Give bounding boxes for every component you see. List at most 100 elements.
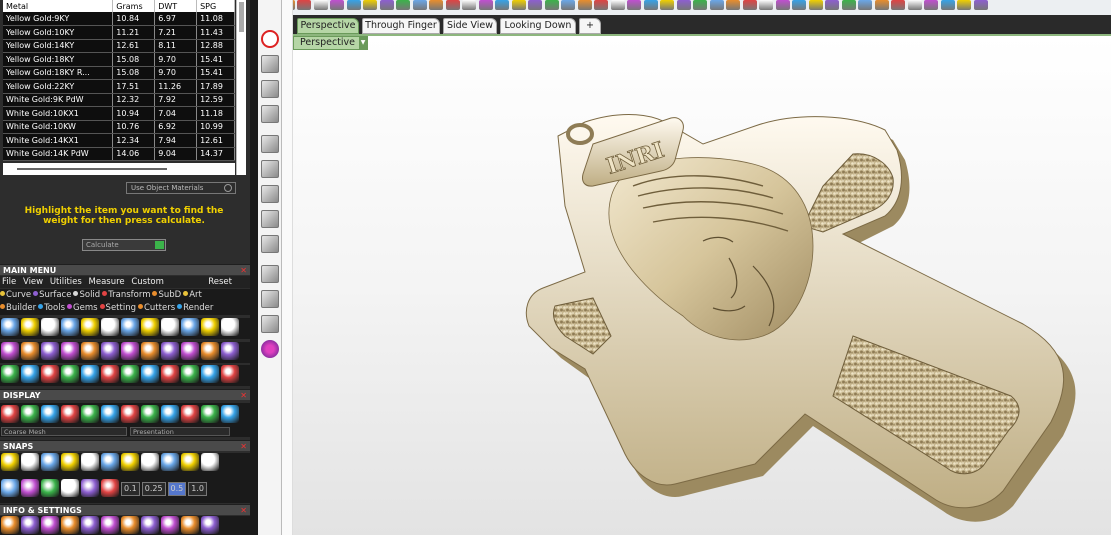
- tool-icon[interactable]: [41, 342, 59, 360]
- chevron-down-icon[interactable]: ▼: [359, 37, 367, 49]
- grams-cell[interactable]: 10.84: [112, 12, 156, 26]
- category-subd[interactable]: SubD: [152, 289, 181, 302]
- table-row[interactable]: Yellow Gold:18KY 15.08 9.70 15.41: [3, 52, 235, 67]
- table-row[interactable]: White Gold:9K PdW 12.32 7.92 12.59: [3, 93, 235, 107]
- dwt-cell[interactable]: 7.04: [154, 106, 198, 121]
- toolbar-icon[interactable]: [874, 0, 889, 10]
- snap-value-button[interactable]: 1.0: [188, 482, 208, 496]
- radio-icon[interactable]: [224, 184, 232, 192]
- metal-cell[interactable]: White Gold:9K PdW: [3, 93, 114, 107]
- tool-icon[interactable]: [141, 365, 159, 383]
- spg-cell[interactable]: 12.88: [196, 39, 235, 53]
- dwt-cell[interactable]: 6.92: [154, 120, 198, 134]
- toolbar-icon[interactable]: [693, 0, 707, 10]
- grams-cell[interactable]: 17.51: [112, 79, 156, 94]
- tool-icon[interactable]: [141, 318, 159, 336]
- snaps-header[interactable]: SNAPS ✕: [0, 440, 250, 451]
- view-tool-icon[interactable]: [261, 160, 279, 178]
- spg-cell[interactable]: 10.99: [196, 120, 235, 134]
- snap-value-button[interactable]: 0.25: [141, 482, 166, 496]
- tool-icon[interactable]: [221, 405, 239, 423]
- tool-icon[interactable]: [201, 453, 219, 471]
- tool-icon[interactable]: [61, 405, 79, 423]
- grams-cell[interactable]: 10.76: [112, 120, 156, 134]
- tool-icon[interactable]: [101, 405, 119, 423]
- table-row[interactable]: Yellow Gold:14KY 12.61 8.11 12.88: [3, 39, 235, 53]
- tool-icon[interactable]: [201, 365, 219, 383]
- metal-cell[interactable]: Yellow Gold:14KY: [3, 39, 114, 53]
- tool-icon[interactable]: [1, 405, 19, 423]
- tool-icon[interactable]: [101, 342, 119, 360]
- display-mode-select[interactable]: Presentation: [130, 427, 230, 436]
- tool-icon[interactable]: [181, 453, 199, 471]
- dwt-cell[interactable]: 9.70: [154, 66, 198, 80]
- tool-icon[interactable]: [21, 365, 39, 383]
- category-tools[interactable]: Tools: [38, 302, 65, 315]
- tool-icon[interactable]: [21, 453, 39, 471]
- tool-icon[interactable]: [21, 516, 39, 534]
- column-header-metal[interactable]: Metal: [3, 0, 114, 12]
- toolbar-icon[interactable]: [742, 0, 757, 10]
- tool-icon[interactable]: [21, 342, 39, 360]
- view-tool-icon[interactable]: [261, 265, 279, 283]
- table-row[interactable]: Yellow Gold:18KY R... 15.08 9.70 15.41: [3, 66, 235, 80]
- category-gems[interactable]: Gems: [67, 302, 98, 315]
- toolbar-icon[interactable]: [577, 0, 592, 10]
- grams-cell[interactable]: 15.08: [112, 52, 156, 67]
- toolbar-icon[interactable]: [841, 0, 856, 10]
- tool-icon[interactable]: [81, 405, 99, 423]
- grams-cell[interactable]: 14.06: [112, 147, 156, 161]
- category-solid[interactable]: Solid: [73, 289, 100, 302]
- tab-looking-down[interactable]: Looking Down: [500, 18, 576, 34]
- snap-icon[interactable]: [101, 479, 119, 497]
- metal-cell[interactable]: White Gold:10KW: [3, 120, 114, 134]
- tool-icon[interactable]: [21, 405, 39, 423]
- tool-icon[interactable]: [41, 365, 59, 383]
- toolbar-icon[interactable]: [445, 0, 460, 10]
- toolbar-icon[interactable]: [561, 0, 575, 10]
- category-art[interactable]: Art: [183, 289, 202, 302]
- metal-cell[interactable]: Yellow Gold:22KY: [3, 79, 114, 94]
- tab-through-finger[interactable]: Through Finger: [362, 18, 440, 34]
- tool-icon[interactable]: [101, 318, 119, 336]
- grams-cell[interactable]: 12.32: [112, 93, 156, 107]
- category-curve[interactable]: Curve: [0, 289, 31, 302]
- toolbar-icon[interactable]: [313, 0, 328, 10]
- view-tool-icon[interactable]: [261, 55, 279, 73]
- tool-icon[interactable]: [1, 318, 19, 336]
- tool-icon[interactable]: [181, 342, 199, 360]
- table-scrollbar[interactable]: [236, 0, 246, 175]
- tool-icon[interactable]: [181, 405, 199, 423]
- tool-icon[interactable]: [221, 342, 239, 360]
- mesh-quality-select[interactable]: Coarse Mesh: [1, 427, 127, 436]
- toolbar-icon[interactable]: [429, 0, 443, 10]
- tool-icon[interactable]: [181, 318, 199, 336]
- tool-icon[interactable]: [141, 405, 159, 423]
- table-row[interactable]: White Gold:14K PdW 14.06 9.04 14.37: [3, 147, 235, 161]
- dwt-cell[interactable]: 6.97: [154, 12, 198, 26]
- toolbar-icon[interactable]: [462, 0, 476, 10]
- table-horizontal-scrollbar[interactable]: [3, 163, 235, 175]
- grams-cell[interactable]: 10.94: [112, 106, 156, 121]
- tool-icon[interactable]: [221, 318, 239, 336]
- toolbar-icon[interactable]: [924, 0, 938, 10]
- calculate-button[interactable]: Calculate: [82, 239, 166, 251]
- view-tool-icon[interactable]: [261, 185, 279, 203]
- tool-icon[interactable]: [61, 453, 79, 471]
- tool-icon[interactable]: [61, 318, 79, 336]
- column-header-grams[interactable]: Grams: [112, 0, 156, 12]
- toolbar-icon[interactable]: [594, 0, 608, 10]
- tool-icon[interactable]: [161, 318, 179, 336]
- tool-icon[interactable]: [61, 342, 79, 360]
- snap-icon[interactable]: [61, 479, 79, 497]
- tool-icon[interactable]: [201, 516, 219, 534]
- panel-divider[interactable]: [250, 0, 258, 535]
- toolbar-icon[interactable]: [379, 0, 394, 10]
- metal-cell[interactable]: Yellow Gold:18KY: [3, 52, 114, 67]
- category-surface[interactable]: Surface: [33, 289, 71, 302]
- tool-icon[interactable]: [61, 365, 79, 383]
- view-tool-icon[interactable]: [261, 135, 279, 153]
- tool-icon[interactable]: [61, 516, 79, 534]
- dwt-cell[interactable]: 9.04: [154, 147, 198, 161]
- tool-icon[interactable]: [101, 516, 119, 534]
